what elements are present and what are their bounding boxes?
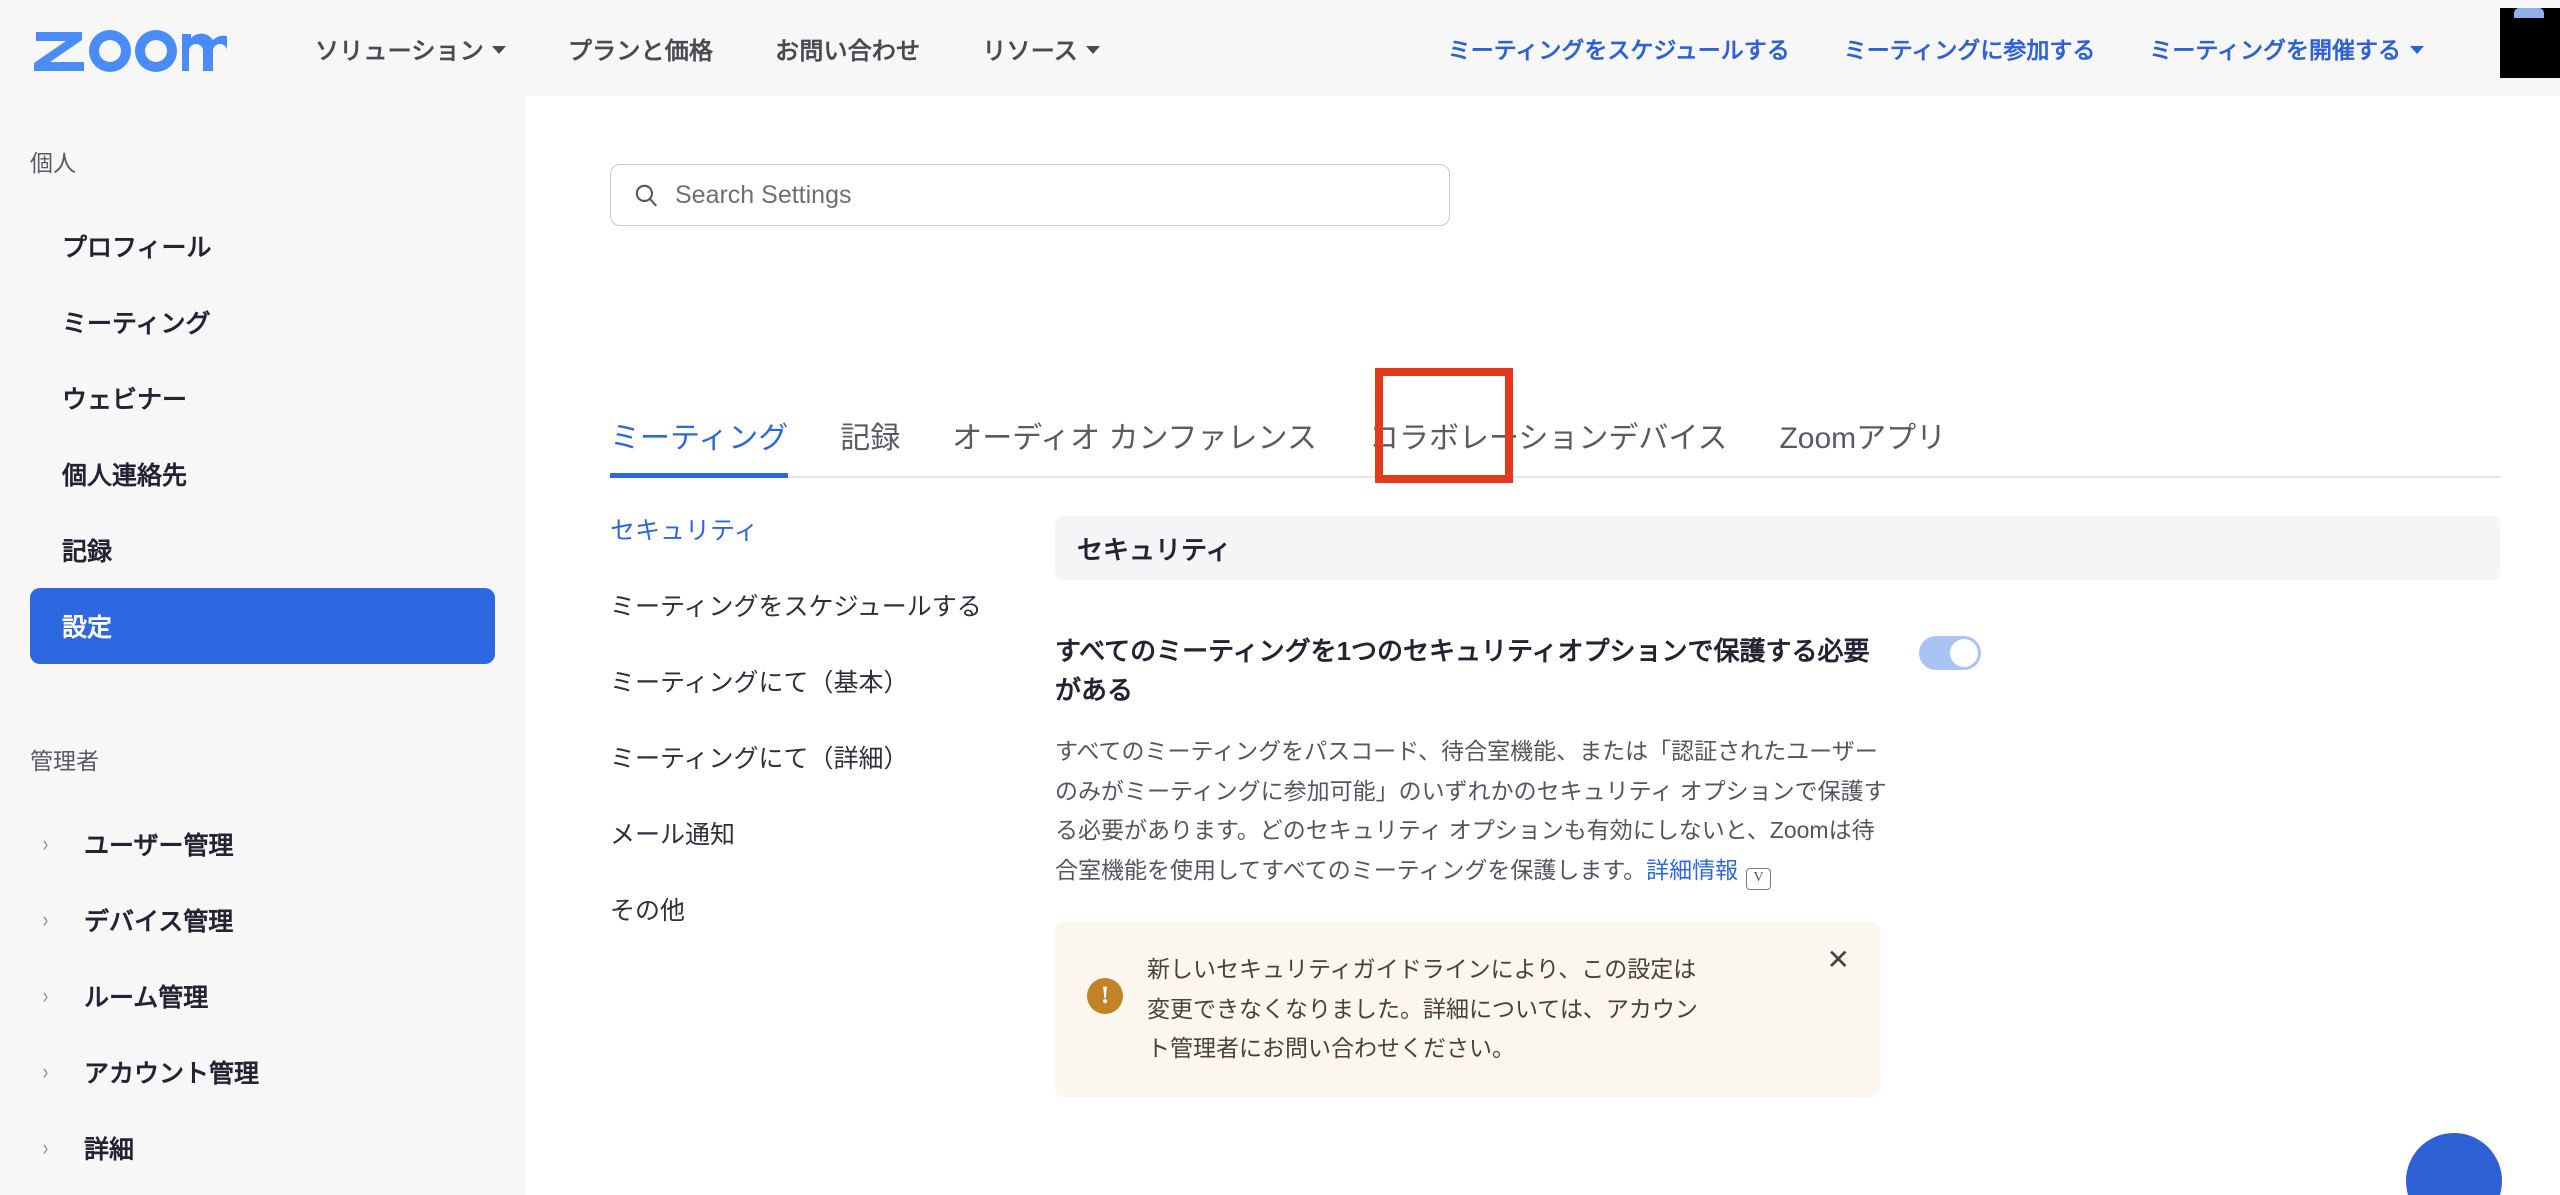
nav-item-contact[interactable]: お問い合わせ bbox=[775, 31, 920, 66]
main-content: Search Settings ミーティング 記録 オーディオ カンファレンス … bbox=[525, 96, 2560, 1195]
tab-recording[interactable]: 記録 bbox=[814, 424, 926, 476]
nav-item-resources-label: リソース bbox=[982, 37, 1078, 65]
subnav-item-in-meeting-basic[interactable]: ミーティングにて（基本） bbox=[610, 668, 1040, 698]
sidebar-item-room-management[interactable]: › ルーム管理 bbox=[30, 958, 495, 1034]
subnav-item-in-meeting-advanced[interactable]: ミーティングにて（詳細） bbox=[610, 744, 1040, 774]
setting-description: すべてのミーティングをパスコード、待合室機能、または「認証されたユーザーのみがミ… bbox=[1055, 732, 1895, 890]
locked-setting-alert: ! 新しいセキュリティガイドラインにより、この設定は変更できなくなりました。詳細… bbox=[1055, 922, 1880, 1097]
tab-meeting[interactable]: ミーティング bbox=[610, 422, 814, 478]
top-navigation-bar: ソリューション プランと価格 お問い合わせ リソース ミーティングをスケジュール… bbox=[0, 0, 2560, 96]
sidebar-item-account-management-label: アカウント管理 bbox=[84, 1060, 260, 1088]
sidebar-group-personal-label: 個人 bbox=[30, 150, 76, 176]
setting-title: すべてのミーティングを1つのセキュリティオプションで保護する必要がある bbox=[1055, 636, 1870, 705]
schedule-meeting-link[interactable]: ミーティングをスケジュールする bbox=[1448, 31, 1790, 65]
nav-item-plans-pricing-label: プランと価格 bbox=[567, 37, 714, 65]
tab-audio-conferencing-label: オーディオ カンファレンス bbox=[952, 422, 1317, 455]
panel-section-title: セキュリティ bbox=[1055, 516, 2500, 580]
chevron-down-icon bbox=[1085, 46, 1100, 54]
setting-description-text: すべてのミーティングをパスコード、待合室機能、または「認証されたユーザーのみがミ… bbox=[1055, 738, 1887, 883]
schedule-meeting-label: ミーティングをスケジュールする bbox=[1447, 37, 1790, 63]
tab-zoom-apps[interactable]: Zoomアプリ bbox=[1753, 424, 1972, 476]
tab-collaboration-devices[interactable]: コラボレーションデバイス bbox=[1343, 424, 1754, 476]
tab-meeting-label: ミーティング bbox=[610, 422, 789, 455]
toggle-container bbox=[1919, 632, 1981, 670]
tab-audio-conferencing[interactable]: オーディオ カンファレンス bbox=[926, 424, 1343, 476]
subnav-item-email-notification-label: メール通知 bbox=[610, 821, 736, 849]
sidebar-item-recordings[interactable]: 記録 bbox=[30, 512, 495, 588]
nav-item-plans-pricing[interactable]: プランと価格 bbox=[568, 31, 713, 66]
subnav-item-other[interactable]: その他 bbox=[610, 896, 1040, 926]
search-input[interactable]: Search Settings bbox=[610, 164, 1450, 226]
settings-subnav: セキュリティ ミーティングをスケジュールする ミーティングにて（基本） ミーティ… bbox=[610, 516, 1040, 972]
require-security-option-toggle[interactable] bbox=[1919, 636, 1981, 670]
host-meeting-label: ミーティングを開催する bbox=[2149, 37, 2401, 63]
subnav-item-security-label: セキュリティ bbox=[610, 517, 759, 545]
chevron-right-icon: › bbox=[42, 831, 49, 856]
sidebar-item-user-management-label: ユーザー管理 bbox=[84, 832, 234, 860]
subnav-item-in-meeting-basic-label: ミーティングにて（基本） bbox=[610, 669, 909, 697]
tab-recording-label: 記録 bbox=[840, 422, 901, 455]
sidebar-item-personal-contacts[interactable]: 個人連絡先 bbox=[30, 436, 495, 512]
search-placeholder-text: Search Settings bbox=[675, 180, 852, 209]
sidebar-item-device-management[interactable]: › デバイス管理 bbox=[30, 882, 495, 958]
warning-icon: ! bbox=[1087, 978, 1123, 1015]
subnav-item-schedule-meeting[interactable]: ミーティングをスケジュールする bbox=[610, 592, 1040, 622]
nav-item-solutions[interactable]: ソリューション bbox=[315, 31, 506, 66]
sidebar-item-webinars[interactable]: ウェビナー bbox=[30, 360, 495, 436]
sidebar-item-recordings-label: 記録 bbox=[62, 538, 113, 566]
settings-tabs: ミーティング 記録 オーディオ カンファレンス コラボレーションデバイス Zoo… bbox=[610, 378, 2500, 478]
primary-nav-right: ミーティングをスケジュールする ミーティングに参加する ミーティングを開催する bbox=[1448, 0, 2560, 96]
chevron-right-icon: › bbox=[42, 1135, 49, 1160]
security-settings-panel: セキュリティ すべてのミーティングを1つのセキュリティオプションで保護する必要が… bbox=[1055, 516, 2500, 1195]
subnav-item-in-meeting-advanced-label: ミーティングにて（詳細） bbox=[610, 745, 909, 773]
sidebar-item-advanced[interactable]: › 詳細 bbox=[30, 1110, 495, 1186]
chevron-right-icon: › bbox=[42, 983, 49, 1008]
setting-require-security-option: すべてのミーティングを1つのセキュリティオプションで保護する必要がある すべての… bbox=[1055, 632, 2500, 1097]
sidebar-item-settings[interactable]: 設定 bbox=[30, 588, 495, 664]
sidebar-item-user-management[interactable]: › ユーザー管理 bbox=[30, 806, 495, 882]
sidebar-item-webinars-label: ウェビナー bbox=[62, 386, 188, 414]
setting-row: すべてのミーティングを1つのセキュリティオプションで保護する必要がある bbox=[1055, 632, 2500, 710]
subnav-item-email-notification[interactable]: メール通知 bbox=[610, 820, 1040, 850]
nav-item-resources[interactable]: リソース bbox=[982, 31, 1100, 66]
toggle-knob bbox=[1950, 639, 1978, 667]
subnav-item-security[interactable]: セキュリティ bbox=[610, 516, 1040, 546]
sidebar-item-profile-label: プロフィール bbox=[62, 234, 212, 262]
alert-message: 新しいセキュリティガイドラインにより、この設定は変更できなくなりました。詳細につ… bbox=[1147, 956, 1698, 1062]
tab-collaboration-devices-label: コラボレーションデバイス bbox=[1368, 422, 1728, 455]
sidebar-group-admin-label: 管理者 bbox=[30, 748, 99, 774]
sidebar-item-advanced-label: 詳細 bbox=[84, 1136, 135, 1164]
sidebar-item-meetings[interactable]: ミーティング bbox=[30, 284, 495, 360]
subnav-item-schedule-meeting-label: ミーティングをスケジュールする bbox=[610, 593, 982, 621]
close-icon[interactable]: ✕ bbox=[1827, 946, 1850, 974]
learn-more-link[interactable]: 詳細情報 bbox=[1646, 857, 1738, 883]
join-meeting-label: ミーティングに参加する bbox=[1843, 37, 2096, 63]
sidebar-item-profile[interactable]: プロフィール bbox=[30, 208, 495, 284]
avatar-badge bbox=[2514, 8, 2544, 18]
chevron-right-icon: › bbox=[42, 907, 49, 932]
sidebar-item-device-management-label: デバイス管理 bbox=[84, 908, 234, 936]
nav-item-solutions-label: ソリューション bbox=[315, 37, 484, 65]
left-sidebar: 個人 プロフィール ミーティング ウェビナー 個人連絡先 記録 設定 管理者 ›… bbox=[0, 96, 525, 1195]
chevron-right-icon: › bbox=[42, 1059, 49, 1084]
sidebar-item-personal-contacts-label: 個人連絡先 bbox=[62, 462, 188, 490]
tab-zoom-apps-label: Zoomアプリ bbox=[1779, 422, 1947, 455]
chevron-down-icon bbox=[491, 46, 506, 54]
subnav-item-other-label: その他 bbox=[610, 897, 686, 925]
zoom-logo[interactable] bbox=[32, 23, 227, 73]
primary-nav-left: ソリューション プランと価格 お問い合わせ リソース bbox=[315, 31, 1100, 66]
avatar[interactable] bbox=[2500, 8, 2560, 78]
nav-item-contact-label: お問い合わせ bbox=[775, 37, 921, 65]
host-meeting-link[interactable]: ミーティングを開催する bbox=[2149, 31, 2424, 65]
search-settings-container: Search Settings bbox=[610, 164, 1450, 226]
sidebar-item-meetings-label: ミーティング bbox=[62, 310, 211, 338]
search-icon bbox=[635, 184, 657, 207]
sidebar-item-room-management-label: ルーム管理 bbox=[84, 984, 209, 1012]
external-video-icon[interactable]: V bbox=[1746, 867, 1772, 890]
join-meeting-link[interactable]: ミーティングに参加する bbox=[1844, 31, 2096, 65]
chevron-down-icon bbox=[2410, 46, 2424, 54]
sidebar-item-settings-label: 設定 bbox=[62, 614, 113, 642]
sidebar-item-account-management[interactable]: › アカウント管理 bbox=[30, 1034, 495, 1110]
